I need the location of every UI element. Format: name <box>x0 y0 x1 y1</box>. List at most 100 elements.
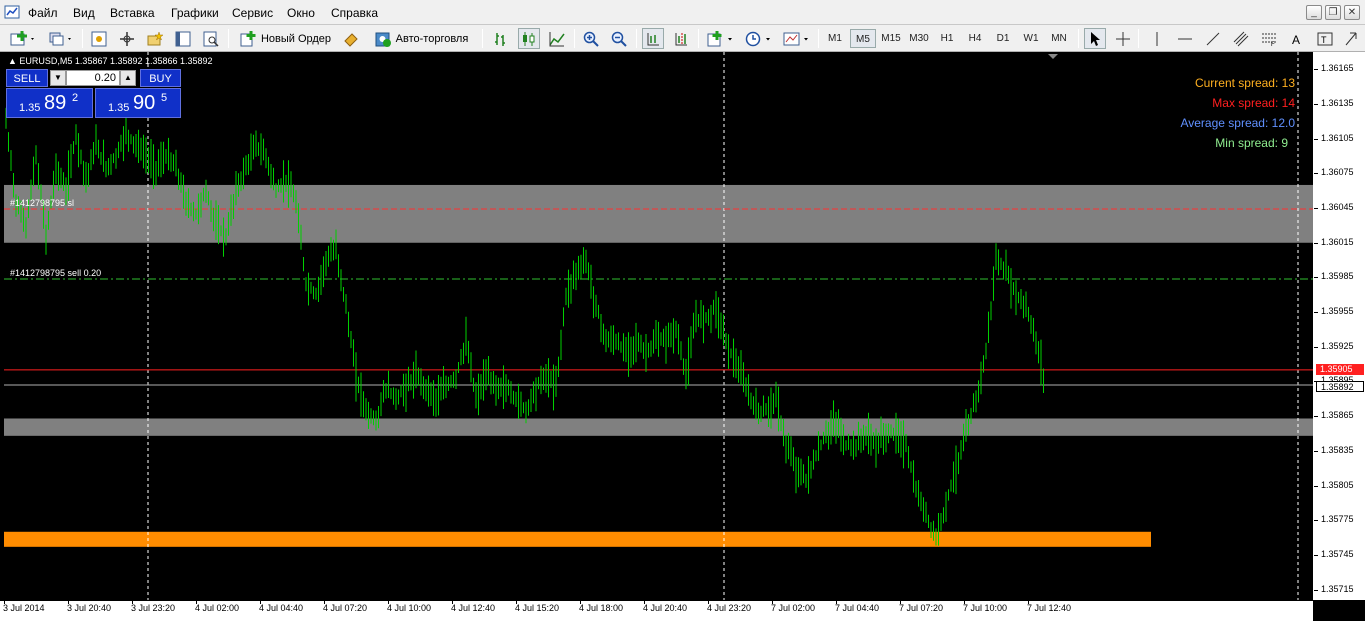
price-chart[interactable] <box>0 52 1313 600</box>
time-label: 4 Jul 04:40 <box>259 603 304 613</box>
lot-decrease-button[interactable]: ▼ <box>50 70 66 86</box>
arrow-tool-button[interactable] <box>1342 28 1360 49</box>
menu-view[interactable]: Вид <box>73 6 95 20</box>
price-tick <box>1314 173 1318 175</box>
price-label: 1.35865 <box>1321 410 1354 421</box>
autoscroll-button[interactable] <box>642 28 664 49</box>
menu-charts[interactable]: Графики <box>171 6 219 20</box>
buy-price-prefix: 1.35 <box>108 102 130 114</box>
timeframe-m1[interactable]: M1 <box>822 29 848 48</box>
price-label: 1.36135 <box>1321 98 1354 109</box>
menu-help[interactable]: Справка <box>331 6 378 20</box>
fibonacci-icon: F <box>1262 33 1276 47</box>
star-folder-icon <box>147 30 163 45</box>
autotrading-button[interactable]: Авто-торговля <box>366 28 476 49</box>
timeframe-h1[interactable]: H1 <box>934 29 960 48</box>
buy-button[interactable]: BUY <box>140 69 181 87</box>
time-label: 7 Jul 12:40 <box>1027 603 1072 613</box>
zoom-out-button[interactable] <box>608 28 630 49</box>
order-entry-label: #1412798795 sell 0.20 <box>10 268 102 278</box>
price-tick <box>1314 346 1318 348</box>
fibonacci-tool-button[interactable]: F <box>1258 28 1280 49</box>
line-chart-button[interactable] <box>546 28 568 49</box>
crosshair-move-icon <box>120 31 134 46</box>
time-label: 4 Jul 15:20 <box>515 603 560 613</box>
menu-tools[interactable]: Сервис <box>232 6 273 20</box>
max-spread: Max spread: 14 <box>1212 96 1295 110</box>
crosshair-tool-button[interactable] <box>1112 28 1134 49</box>
zoom-in-button[interactable] <box>580 28 602 49</box>
time-label: 7 Jul 04:40 <box>835 603 880 613</box>
new-chart-button[interactable] <box>6 28 40 49</box>
buy-price-fraction: 5 <box>161 92 168 104</box>
price-tick <box>1314 69 1318 71</box>
text-tool-button[interactable]: A <box>1286 28 1308 49</box>
buy-price-button[interactable]: 1.35 90 5 <box>95 88 181 118</box>
price-axis[interactable]: 1.36165 1.36135 1.36105 1.36075 1.36045 1.360… <box>1313 52 1365 600</box>
menu-file[interactable]: Файл <box>28 6 58 20</box>
text-icon: A <box>1292 33 1300 47</box>
timeframe-w1[interactable]: W1 <box>1018 29 1044 48</box>
sell-price-button[interactable]: 1.35 89 2 <box>6 88 93 118</box>
timeframe-m30[interactable]: M30 <box>906 29 932 48</box>
cursor-icon <box>1091 31 1100 46</box>
symbol-info: ▲ EURUSD,M5 1.35867 1.35892 1.35866 1.35… <box>8 56 213 66</box>
timeframe-m5[interactable]: M5 <box>850 29 876 48</box>
menu-insert[interactable]: Вставка <box>110 6 155 20</box>
profiles-icon <box>49 32 71 45</box>
market-watch-button[interactable] <box>88 28 110 49</box>
cursor-tool-button[interactable] <box>1084 28 1106 49</box>
menu-bar: Файл Вид Вставка Графики Сервис Окно Спр… <box>0 0 1365 25</box>
template-icon <box>783 32 808 45</box>
new-order-button[interactable]: Новый Ордер <box>234 28 336 49</box>
strategy-tester-button[interactable] <box>200 28 222 49</box>
chart-shift-marker-icon[interactable] <box>1048 54 1058 59</box>
equidistant-channel-tool-button[interactable] <box>1230 28 1252 49</box>
close-button[interactable]: ✕ <box>1344 5 1360 20</box>
timeframe-d1[interactable]: D1 <box>990 29 1016 48</box>
price-label: 1.36045 <box>1321 202 1354 213</box>
terminal-button[interactable] <box>172 28 194 49</box>
indicators-button[interactable] <box>704 28 738 49</box>
candlestick-chart-button[interactable] <box>518 28 540 49</box>
timeframe-h4[interactable]: H4 <box>962 29 988 48</box>
chart-window[interactable]: ▲ EURUSD,M5 1.35867 1.35892 1.35866 1.35… <box>0 52 1365 621</box>
bid-price-tag: 1.35892 <box>1316 380 1364 392</box>
price-tick <box>1314 416 1318 418</box>
metaeditor-button[interactable] <box>340 28 362 49</box>
lot-input[interactable]: 0.20 <box>66 70 120 86</box>
time-label: 4 Jul 12:40 <box>451 603 496 613</box>
indicators-icon <box>707 30 732 46</box>
autoscroll-icon <box>647 32 659 45</box>
vertical-line-tool-button[interactable] <box>1146 28 1168 49</box>
horizontal-line-tool-button[interactable] <box>1174 28 1196 49</box>
time-axis[interactable]: 3 Jul 2014 3 Jul 20:40 3 Jul 23:20 4 Jul 02… <box>0 600 1313 621</box>
navigator-button[interactable] <box>144 28 166 49</box>
price-label: 1.35715 <box>1321 583 1354 594</box>
trendline-tool-button[interactable] <box>1202 28 1224 49</box>
minimize-button[interactable]: _ <box>1306 5 1322 20</box>
price-label: 1.35985 <box>1321 271 1354 282</box>
menu-window[interactable]: Окно <box>287 6 315 20</box>
profiles-button[interactable] <box>44 28 78 49</box>
toolbar: Новый Ордер Авто-торговля M1 M5 M15 M30 … <box>0 25 1365 52</box>
bar-chart-button[interactable] <box>490 28 512 49</box>
sell-price-pips: 89 <box>44 92 67 114</box>
text-label-tool-button[interactable]: T <box>1314 28 1336 49</box>
chart-shift-button[interactable] <box>670 28 692 49</box>
timeframe-m15[interactable]: M15 <box>878 29 904 48</box>
data-window-button[interactable] <box>116 28 138 49</box>
price-label: 1.35925 <box>1321 340 1354 351</box>
market-watch-icon <box>91 31 107 46</box>
svg-text:T: T <box>1321 35 1327 45</box>
sell-button[interactable]: SELL <box>6 69 48 87</box>
periods-button[interactable] <box>742 28 776 49</box>
lot-increase-button[interactable]: ▲ <box>120 70 136 86</box>
price-tick <box>1314 450 1318 452</box>
templates-button[interactable] <box>780 28 814 49</box>
current-spread: Current spread: 13 <box>1194 76 1295 90</box>
bar-chart-icon <box>495 32 505 46</box>
restore-button[interactable]: ❐ <box>1325 5 1341 20</box>
timeframe-mn[interactable]: MN <box>1046 29 1072 48</box>
one-click-trading-panel: SELL ▼ 0.20 ▲ BUY 1.35 89 2 1.35 90 5 <box>6 69 181 118</box>
